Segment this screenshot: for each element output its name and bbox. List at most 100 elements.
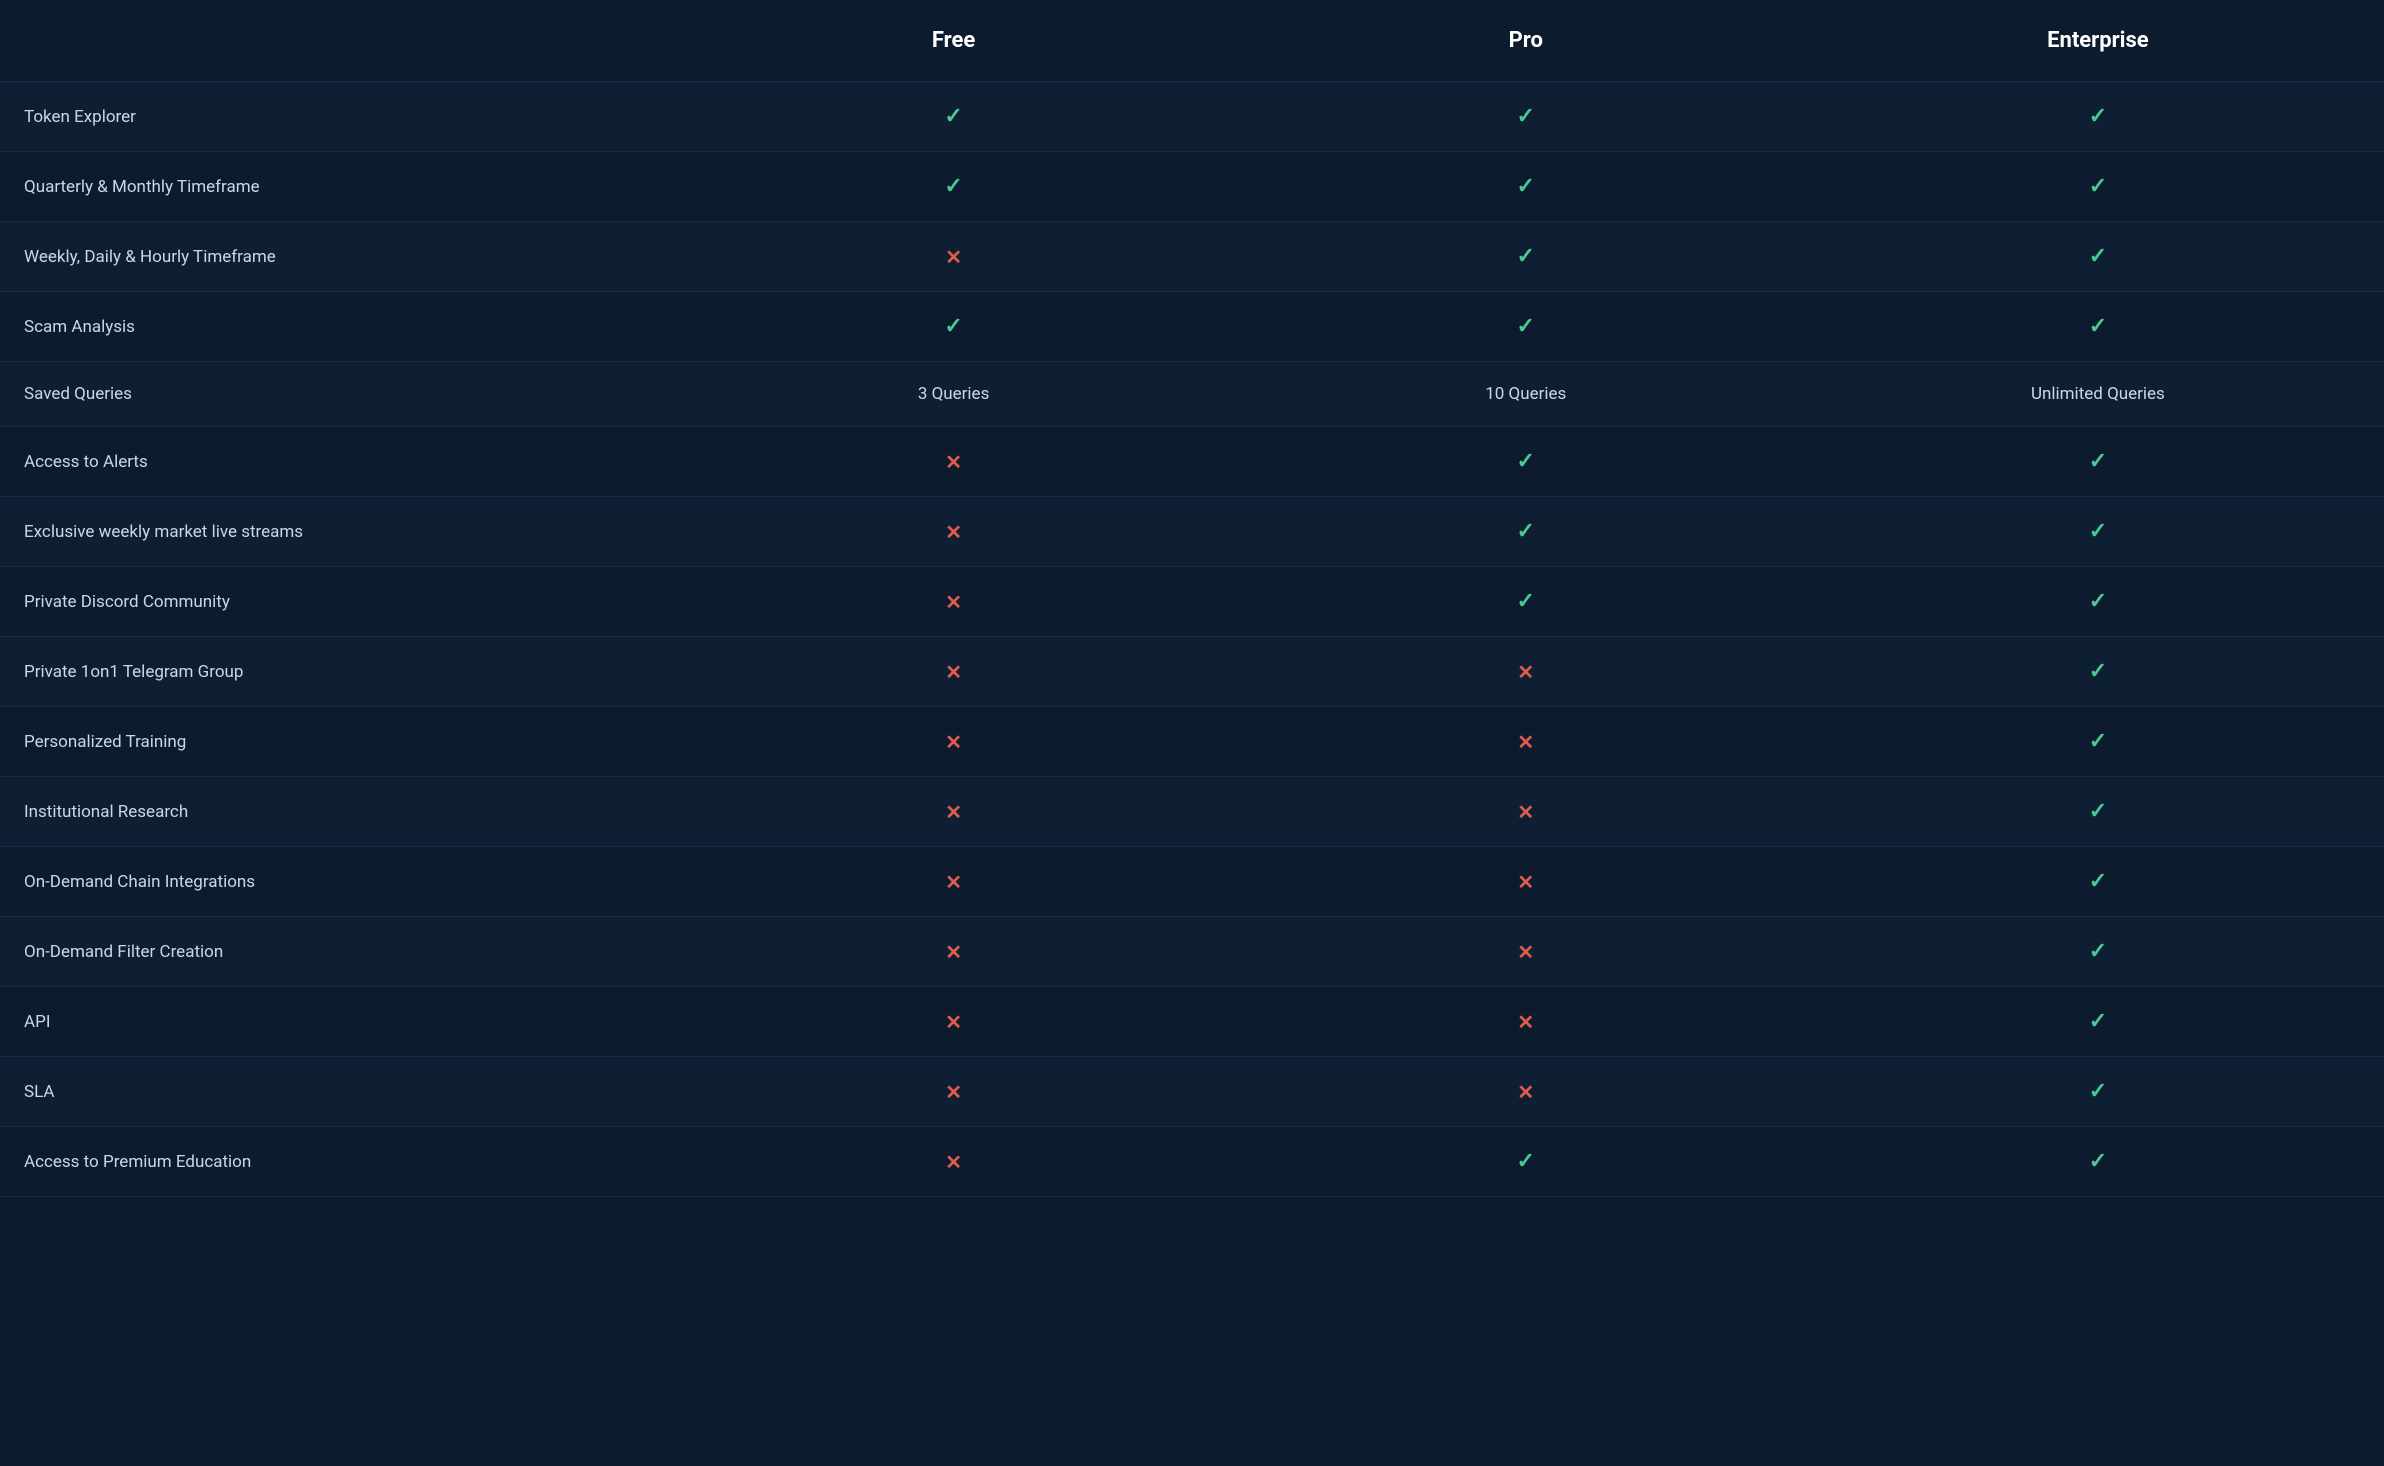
- check-icon: ✓: [2089, 589, 2107, 614]
- pro-cell: ✓: [1240, 1127, 1812, 1197]
- enterprise-cell: ✓: [1812, 917, 2384, 987]
- enterprise-cell: ✓: [1812, 82, 2384, 152]
- feature-cell: Exclusive weekly market live streams: [0, 497, 668, 567]
- check-icon: ✓: [1517, 314, 1535, 339]
- feature-cell: Quarterly & Monthly Timeframe: [0, 152, 668, 222]
- table-row: Private Discord Community ✕ ✓ ✓: [0, 567, 2384, 637]
- check-icon: ✓: [2089, 449, 2107, 474]
- check-icon: ✓: [2089, 1009, 2107, 1034]
- cross-icon: ✕: [1517, 1010, 1534, 1034]
- cross-icon: ✕: [945, 245, 962, 269]
- table-row: Token Explorer✓✓✓: [0, 82, 2384, 152]
- enterprise-cell: ✓: [1812, 847, 2384, 917]
- check-icon: ✓: [2089, 104, 2107, 129]
- feature-cell: SLA: [0, 1057, 668, 1127]
- table-row: Weekly, Daily & Hourly Timeframe ✕ ✓ ✓: [0, 222, 2384, 292]
- table-header-row: Free Pro Enterprise: [0, 0, 2384, 82]
- pro-cell: ✕: [1240, 637, 1812, 707]
- check-icon: ✓: [1517, 244, 1535, 269]
- table-row: On-Demand Chain Integrations✕✕✓: [0, 847, 2384, 917]
- table-row: API ✕ ✕ ✓: [0, 987, 2384, 1057]
- free-cell: ✕: [668, 427, 1240, 497]
- cross-icon: ✕: [945, 450, 962, 474]
- feature-column-header: [0, 0, 668, 82]
- cross-icon: ✕: [945, 590, 962, 614]
- feature-cell: Private Discord Community: [0, 567, 668, 637]
- table-row: Private 1on1 Telegram Group ✕ ✕ ✓: [0, 637, 2384, 707]
- cross-icon: ✕: [945, 660, 962, 684]
- feature-cell: Weekly, Daily & Hourly Timeframe: [0, 222, 668, 292]
- table-row: SLA✕✕✓: [0, 1057, 2384, 1127]
- pro-cell: ✓: [1240, 82, 1812, 152]
- free-cell: ✕: [668, 777, 1240, 847]
- free-cell: ✕: [668, 222, 1240, 292]
- cross-icon: ✕: [945, 1010, 962, 1034]
- enterprise-cell: Unlimited Queries: [1812, 362, 2384, 427]
- pro-cell: ✕: [1240, 917, 1812, 987]
- check-icon: ✓: [2089, 244, 2107, 269]
- enterprise-cell: ✓: [1812, 497, 2384, 567]
- enterprise-cell: ✓: [1812, 777, 2384, 847]
- table-row: Personalized Training✕✕✓: [0, 707, 2384, 777]
- table-row: Saved Queries 3 Queries 10 Queries Unlimite…: [0, 362, 2384, 427]
- table-row: Scam Analysis✓✓✓: [0, 292, 2384, 362]
- pro-cell: ✓: [1240, 152, 1812, 222]
- check-icon: ✓: [2089, 799, 2107, 824]
- check-icon: ✓: [1517, 1149, 1535, 1174]
- cross-icon: ✕: [945, 730, 962, 754]
- text-value: Unlimited Queries: [2031, 384, 2165, 404]
- check-icon: ✓: [944, 174, 962, 199]
- cross-icon: ✕: [945, 870, 962, 894]
- feature-cell: Scam Analysis: [0, 292, 668, 362]
- cross-icon: ✕: [945, 1150, 962, 1174]
- free-cell: ✕: [668, 497, 1240, 567]
- comparison-table: Free Pro Enterprise Token Explorer✓✓✓Qua…: [0, 0, 2384, 1197]
- pro-cell: ✓: [1240, 427, 1812, 497]
- check-icon: ✓: [2089, 1149, 2107, 1174]
- check-icon: ✓: [1517, 449, 1535, 474]
- enterprise-cell: ✓: [1812, 1057, 2384, 1127]
- check-icon: ✓: [2089, 729, 2107, 754]
- table-row: On-Demand Filter Creation✕✕✓: [0, 917, 2384, 987]
- enterprise-cell: ✓: [1812, 637, 2384, 707]
- cross-icon: ✕: [1517, 730, 1534, 754]
- check-icon: ✓: [2089, 519, 2107, 544]
- free-cell: 3 Queries: [668, 362, 1240, 427]
- free-cell: ✓: [668, 152, 1240, 222]
- pro-cell: ✕: [1240, 987, 1812, 1057]
- check-icon: ✓: [1517, 589, 1535, 614]
- table-row: Exclusive weekly market live streams ✕ ✓ ✓: [0, 497, 2384, 567]
- free-cell: ✕: [668, 1057, 1240, 1127]
- cross-icon: ✕: [1517, 1080, 1534, 1104]
- enterprise-cell: ✓: [1812, 987, 2384, 1057]
- check-icon: ✓: [2089, 659, 2107, 684]
- table-row: Quarterly & Monthly Timeframe✓✓✓: [0, 152, 2384, 222]
- check-icon: ✓: [2089, 939, 2107, 964]
- pro-cell: ✓: [1240, 567, 1812, 637]
- feature-cell: Access to Premium Education: [0, 1127, 668, 1197]
- text-value: 3 Queries: [918, 384, 990, 404]
- enterprise-column-header: Enterprise: [1812, 0, 2384, 82]
- free-cell: ✕: [668, 707, 1240, 777]
- feature-cell: API: [0, 987, 668, 1057]
- pro-cell: ✕: [1240, 847, 1812, 917]
- check-icon: ✓: [944, 104, 962, 129]
- enterprise-cell: ✓: [1812, 222, 2384, 292]
- enterprise-cell: ✓: [1812, 427, 2384, 497]
- free-cell: ✕: [668, 1127, 1240, 1197]
- cross-icon: ✕: [1517, 660, 1534, 684]
- table-row: Access to Premium Education ✕ ✓ ✓: [0, 1127, 2384, 1197]
- text-value: 10 Queries: [1485, 384, 1566, 404]
- cross-icon: ✕: [945, 520, 962, 544]
- free-cell: ✓: [668, 292, 1240, 362]
- check-icon: ✓: [1517, 519, 1535, 544]
- feature-cell: Saved Queries: [0, 362, 668, 427]
- pro-column-header: Pro: [1240, 0, 1812, 82]
- pro-cell: ✕: [1240, 707, 1812, 777]
- feature-cell: Private 1on1 Telegram Group: [0, 637, 668, 707]
- free-cell: ✓: [668, 82, 1240, 152]
- pro-cell: ✓: [1240, 292, 1812, 362]
- check-icon: ✓: [2089, 314, 2107, 339]
- feature-cell: Institutional Research: [0, 777, 668, 847]
- table-row: Access to Alerts✕✓✓: [0, 427, 2384, 497]
